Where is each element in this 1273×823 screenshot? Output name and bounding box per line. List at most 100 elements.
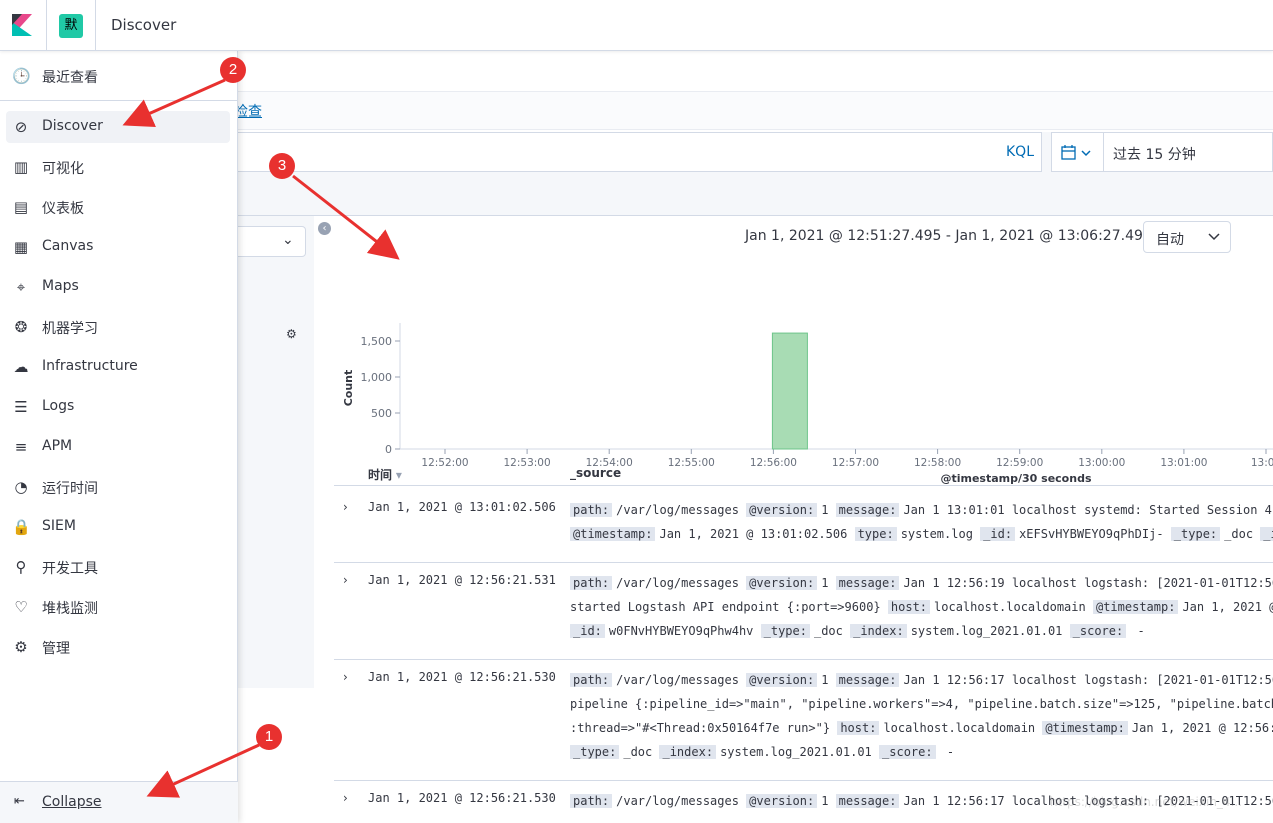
row-time: Jan 1, 2021 @ 12:56:21.530 xyxy=(368,791,556,805)
management-icon: ⚙ xyxy=(14,638,28,656)
table-row-divider xyxy=(334,659,1273,660)
sidebar-item-label: 堆栈监测 xyxy=(42,601,98,617)
space-badge[interactable]: 默 xyxy=(59,14,83,38)
kibana-logo-icon[interactable] xyxy=(12,14,32,36)
sidebar-item[interactable]: ≡ APM xyxy=(6,431,230,463)
row-expand-icon[interactable]: › xyxy=(343,670,348,684)
sidebar-item[interactable]: ⌖ Maps xyxy=(6,271,230,303)
ml-icon: ❂ xyxy=(14,318,28,336)
sidebar-item[interactable]: 🔒 SIEM xyxy=(6,511,230,543)
x-tick-label: 12:55:00 xyxy=(668,457,715,469)
sidebar-item[interactable]: ❂ 机器学习 xyxy=(6,311,230,343)
row-expand-icon[interactable]: › xyxy=(343,791,348,805)
interval-select[interactable]: 自动 xyxy=(1143,221,1231,253)
row-source: started Logstash API endpoint {:port=>96… xyxy=(570,600,1273,614)
table-row-divider xyxy=(334,780,1273,781)
row-time: Jan 1, 2021 @ 12:56:21.530 xyxy=(368,670,556,684)
inspect-link[interactable]: 检查 xyxy=(234,101,262,121)
sidebar-item-label: 机器学习 xyxy=(42,321,98,337)
row-source: path:/var/log/messages @version: 1 messag… xyxy=(570,503,1273,517)
x-tick-label: 12:56:00 xyxy=(750,457,797,469)
row-expand-icon[interactable]: › xyxy=(343,500,348,514)
sidebar-item[interactable]: ☁ Infrastructure xyxy=(6,351,230,383)
field-sidebar xyxy=(238,216,314,688)
row-source: path:/var/log/messages @version: 1 messag… xyxy=(570,673,1273,687)
histogram-bar xyxy=(771,332,808,450)
logs-icon: ☰ xyxy=(14,398,28,416)
sidebar-item-label: 管理 xyxy=(42,641,70,657)
row-source: path:/var/log/messages @version: 1 messag… xyxy=(570,576,1273,590)
header-divider xyxy=(95,0,96,51)
header-divider xyxy=(46,0,47,51)
compass-icon: ⊘ xyxy=(14,118,28,136)
histogram-chart: 05001,0001,500Count12:52:00 12:53:00 12:54… xyxy=(342,323,1273,485)
row-source: @timestamp: Jan 1, 2021 @ 13:01:02.506 ty… xyxy=(570,527,1273,541)
interval-label: 自动 xyxy=(1156,232,1184,248)
x-tick-label: 12:58:00 xyxy=(914,457,961,469)
sidebar-item-label: Infrastructure xyxy=(42,358,138,374)
siem-icon: 🔒 xyxy=(12,518,31,536)
recently-viewed[interactable]: 🕒 最近查看 xyxy=(0,51,238,101)
time-range-label: 过去 15 分钟 xyxy=(1113,147,1196,163)
sidebar-item-label: 运行时间 xyxy=(42,481,98,497)
chevron-down-icon xyxy=(1208,233,1220,241)
annotation-badge-3: 3 xyxy=(269,153,295,179)
row-source: _type: _doc _index: system.log_2021.01.01 … xyxy=(570,745,1273,759)
row-source: _id: w0FNvHYBWEYO9qPhw4hv _type: _doc _ind… xyxy=(570,624,1273,638)
monitoring-icon: ♡ xyxy=(14,598,28,616)
y-tick-label: 1,500 xyxy=(361,335,393,348)
sidebar-item[interactable]: ☰ Logs xyxy=(6,391,230,423)
sidebar-item-label: Discover xyxy=(42,118,103,134)
apm-icon: ≡ xyxy=(14,438,28,456)
infrastructure-icon: ☁ xyxy=(13,358,29,376)
sidebar-item[interactable]: ▥ 可视化 xyxy=(6,151,230,183)
time-column-header[interactable]: 时间 ▾ xyxy=(368,466,402,483)
row-expand-icon[interactable]: › xyxy=(343,573,348,587)
watermark: https://blog.csdn.net/weixin_4... xyxy=(1050,795,1243,809)
sidebar-item-label: Logs xyxy=(42,398,75,414)
annotation-badge-2: 2 xyxy=(220,57,246,83)
collapse-arrow-icon: ⇤ xyxy=(14,794,25,809)
nav-drawer: 🕒 最近查看 ⊘ Discover ▥ 可视化 ▤ 仪表板 ▦ Canvas ⌖ Maps ❂ 机器学… xyxy=(0,51,238,823)
sidebar-item[interactable]: ♡ 堆栈监测 xyxy=(6,591,230,623)
sidebar-item-label: 可视化 xyxy=(42,161,84,177)
visualize-icon: ▥ xyxy=(13,158,29,176)
table-row-divider xyxy=(334,562,1273,563)
sidebar-item[interactable]: ▦ Canvas xyxy=(6,231,230,263)
sidebar-item[interactable]: ▤ 仪表板 xyxy=(6,191,230,223)
row-time: Jan 1, 2021 @ 12:56:21.531 xyxy=(368,573,556,587)
gear-icon[interactable]: ⚙ xyxy=(286,327,297,341)
page-title: Discover xyxy=(111,16,177,34)
x-tick-label: 12:52:00 xyxy=(421,457,468,469)
x-tick-label: 12:57:00 xyxy=(832,457,879,469)
index-pattern-select[interactable]: ⌄ xyxy=(238,226,306,257)
top-nav-menu: 检查 xyxy=(234,91,1273,130)
filter-bar xyxy=(238,180,1273,216)
sidebar-item-label: 开发工具 xyxy=(42,561,98,577)
search-input[interactable] xyxy=(238,132,1042,172)
sidebar-item-label: Canvas xyxy=(42,238,94,254)
recently-viewed-label: 最近查看 xyxy=(42,70,98,86)
clock-icon: 🕒 xyxy=(12,67,31,85)
sidebar-item[interactable]: ⚲ 开发工具 xyxy=(6,551,230,583)
query-bar: KQL 过去 15 分钟 xyxy=(238,132,1273,180)
row-source: pipeline {:pipeline_id=>"main", "pipelin… xyxy=(570,697,1273,711)
recently-viewed-item[interactable]: 🕒 最近查看 xyxy=(6,60,230,92)
maps-icon: ⌖ xyxy=(16,278,26,296)
sidebar-item[interactable]: ⚙ 管理 xyxy=(6,631,230,663)
collapse-label: Collapse xyxy=(42,794,102,810)
x-tick-label: 13:00:00 xyxy=(1078,457,1125,469)
canvas-icon: ▦ xyxy=(13,238,29,256)
x-tick-label: 13:02 xyxy=(1251,457,1273,469)
top-header: 默 Discover xyxy=(0,0,1273,51)
collapse-sidebar-arrow-icon[interactable]: ‹ xyxy=(318,222,331,235)
kql-toggle[interactable]: KQL xyxy=(1006,144,1034,160)
collapse-nav-button[interactable]: ⇤ Collapse xyxy=(0,781,238,823)
source-column-header: _source xyxy=(570,466,622,480)
y-tick-label: 1,000 xyxy=(361,371,393,384)
date-quick-menu-button[interactable] xyxy=(1051,132,1104,172)
sidebar-item[interactable]: ⊘ Discover xyxy=(6,111,230,143)
time-range-picker[interactable]: 过去 15 分钟 xyxy=(1104,132,1273,172)
sidebar-item[interactable]: ◔ 运行时间 xyxy=(6,471,230,503)
table-header-divider xyxy=(334,485,1273,486)
